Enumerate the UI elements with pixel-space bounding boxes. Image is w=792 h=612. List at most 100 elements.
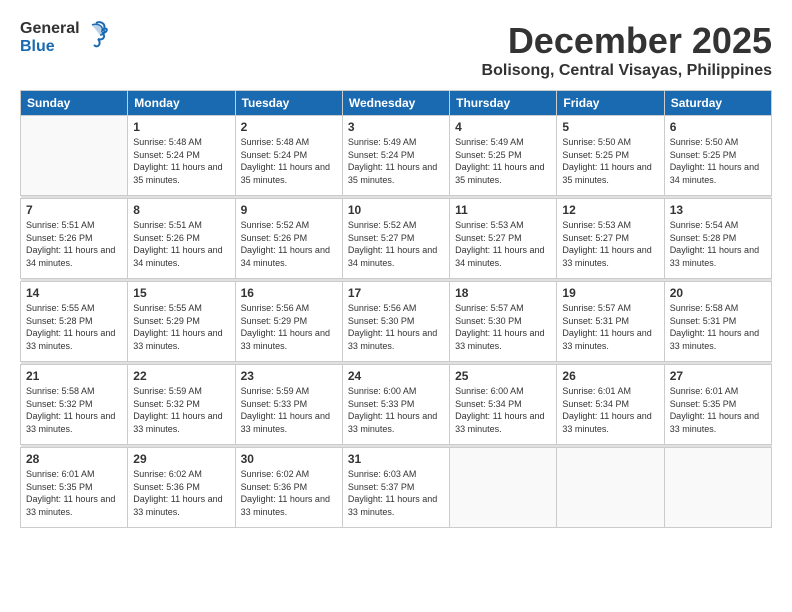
day-number: 7 xyxy=(26,203,122,217)
table-row: 12 Sunrise: 5:53 AMSunset: 5:27 PMDayligh… xyxy=(557,199,664,279)
table-row: 25 Sunrise: 6:00 AMSunset: 5:34 PMDayligh… xyxy=(450,365,557,445)
table-row xyxy=(557,448,664,528)
day-number: 6 xyxy=(670,120,766,134)
header-thursday: Thursday xyxy=(450,91,557,116)
table-row: 14 Sunrise: 5:55 AMSunset: 5:28 PMDayligh… xyxy=(21,282,128,362)
day-number: 14 xyxy=(26,286,122,300)
calendar-table: Sunday Monday Tuesday Wednesday Thursday… xyxy=(20,90,772,528)
day-info: Sunrise: 5:55 AMSunset: 5:29 PMDaylight:… xyxy=(133,302,229,352)
day-info: Sunrise: 5:50 AMSunset: 5:25 PMDaylight:… xyxy=(670,136,766,186)
day-number: 28 xyxy=(26,452,122,466)
header-friday: Friday xyxy=(557,91,664,116)
day-info: Sunrise: 5:49 AMSunset: 5:25 PMDaylight:… xyxy=(455,136,551,186)
day-number: 30 xyxy=(241,452,337,466)
day-info: Sunrise: 6:03 AMSunset: 5:37 PMDaylight:… xyxy=(348,468,444,518)
table-row: 5 Sunrise: 5:50 AMSunset: 5:25 PMDaylight… xyxy=(557,116,664,196)
table-row: 11Sunrise: 5:53 AMSunset: 5:27 PMDayligh… xyxy=(450,199,557,279)
table-row: 6 Sunrise: 5:50 AMSunset: 5:25 PMDaylight… xyxy=(664,116,771,196)
day-number: 10 xyxy=(348,203,444,217)
day-info: Sunrise: 6:02 AMSunset: 5:36 PMDaylight:… xyxy=(241,468,337,518)
day-info: Sunrise: 5:54 AMSunset: 5:28 PMDaylight:… xyxy=(670,219,766,269)
day-number: 2 xyxy=(241,120,337,134)
day-info: Sunrise: 5:58 AMSunset: 5:31 PMDaylight:… xyxy=(670,302,766,352)
day-number: 24 xyxy=(348,369,444,383)
day-info: Sunrise: 5:57 AMSunset: 5:30 PMDaylight:… xyxy=(455,302,551,352)
table-row: 7 Sunrise: 5:51 AMSunset: 5:26 PMDaylight… xyxy=(21,199,128,279)
header-saturday: Saturday xyxy=(664,91,771,116)
week-row-5: 28 Sunrise: 6:01 AMSunset: 5:35 PMDayligh… xyxy=(21,448,772,528)
month-year-title: December 2025 xyxy=(482,20,772,62)
day-info: Sunrise: 6:02 AMSunset: 5:36 PMDaylight:… xyxy=(133,468,229,518)
table-row: 21Sunrise: 5:58 AMSunset: 5:32 PMDayligh… xyxy=(21,365,128,445)
table-row: 4 Sunrise: 5:49 AMSunset: 5:25 PMDaylight… xyxy=(450,116,557,196)
day-number: 29 xyxy=(133,452,229,466)
page-header: General Blue December 2025 Bolisong, Cen… xyxy=(20,20,772,80)
day-info: Sunrise: 5:51 AMSunset: 5:26 PMDaylight:… xyxy=(26,219,122,269)
day-info: Sunrise: 5:52 AMSunset: 5:27 PMDaylight:… xyxy=(348,219,444,269)
title-section: December 2025 Bolisong, Central Visayas,… xyxy=(482,20,772,80)
day-info: Sunrise: 5:53 AMSunset: 5:27 PMDaylight:… xyxy=(562,219,658,269)
day-number: 23 xyxy=(241,369,337,383)
table-row: 9Sunrise: 5:52 AMSunset: 5:26 PMDaylight… xyxy=(235,199,342,279)
table-row: 29 Sunrise: 6:02 AMSunset: 5:36 PMDayligh… xyxy=(128,448,235,528)
day-number: 1 xyxy=(133,120,229,134)
table-row: 3 Sunrise: 5:49 AMSunset: 5:24 PMDaylight… xyxy=(342,116,449,196)
table-row: 22 Sunrise: 5:59 AMSunset: 5:32 PMDayligh… xyxy=(128,365,235,445)
day-info: Sunrise: 6:01 AMSunset: 5:35 PMDaylight:… xyxy=(670,385,766,435)
day-info: Sunrise: 6:00 AMSunset: 5:34 PMDaylight:… xyxy=(455,385,551,435)
day-number: 16 xyxy=(241,286,337,300)
day-number: 9 xyxy=(241,203,337,217)
table-row: 17Sunrise: 5:56 AMSunset: 5:30 PMDayligh… xyxy=(342,282,449,362)
table-row: 18 Sunrise: 5:57 AMSunset: 5:30 PMDayligh… xyxy=(450,282,557,362)
day-number: 19 xyxy=(562,286,658,300)
day-number: 15 xyxy=(133,286,229,300)
day-number: 27 xyxy=(670,369,766,383)
day-number: 25 xyxy=(455,369,551,383)
day-info: Sunrise: 5:59 AMSunset: 5:32 PMDaylight:… xyxy=(133,385,229,435)
day-info: Sunrise: 6:01 AMSunset: 5:34 PMDaylight:… xyxy=(562,385,658,435)
logo: General Blue xyxy=(20,20,108,55)
day-number: 26 xyxy=(562,369,658,383)
table-row: 10 Sunrise: 5:52 AMSunset: 5:27 PMDayligh… xyxy=(342,199,449,279)
calendar-header-row: Sunday Monday Tuesday Wednesday Thursday… xyxy=(21,91,772,116)
table-row: 30 Sunrise: 6:02 AMSunset: 5:36 PMDayligh… xyxy=(235,448,342,528)
week-row-1: 1 Sunrise: 5:48 AMSunset: 5:24 PMDaylight… xyxy=(21,116,772,196)
table-row: 15 Sunrise: 5:55 AMSunset: 5:29 PMDayligh… xyxy=(128,282,235,362)
day-number: 17 xyxy=(348,286,444,300)
table-row: 24 Sunrise: 6:00 AMSunset: 5:33 PMDayligh… xyxy=(342,365,449,445)
day-info: Sunrise: 6:01 AMSunset: 5:35 PMDaylight:… xyxy=(26,468,122,518)
day-info: Sunrise: 5:53 AMSunset: 5:27 PMDaylight:… xyxy=(455,219,551,269)
day-info: Sunrise: 6:00 AMSunset: 5:33 PMDaylight:… xyxy=(348,385,444,435)
day-number: 4 xyxy=(455,120,551,134)
day-info: Sunrise: 5:49 AMSunset: 5:24 PMDaylight:… xyxy=(348,136,444,186)
day-number: 12 xyxy=(562,203,658,217)
day-info: Sunrise: 5:56 AMSunset: 5:29 PMDaylight:… xyxy=(241,302,337,352)
day-number: 20 xyxy=(670,286,766,300)
day-info: Sunrise: 5:48 AMSunset: 5:24 PMDaylight:… xyxy=(133,136,229,186)
header-tuesday: Tuesday xyxy=(235,91,342,116)
table-row: 16 Sunrise: 5:56 AMSunset: 5:29 PMDayligh… xyxy=(235,282,342,362)
day-number: 3 xyxy=(348,120,444,134)
table-row: 23 Sunrise: 5:59 AMSunset: 5:33 PMDayligh… xyxy=(235,365,342,445)
table-row: 28 Sunrise: 6:01 AMSunset: 5:35 PMDayligh… xyxy=(21,448,128,528)
header-monday: Monday xyxy=(128,91,235,116)
day-number: 22 xyxy=(133,369,229,383)
header-sunday: Sunday xyxy=(21,91,128,116)
day-info: Sunrise: 5:48 AMSunset: 5:24 PMDaylight:… xyxy=(241,136,337,186)
day-info: Sunrise: 5:57 AMSunset: 5:31 PMDaylight:… xyxy=(562,302,658,352)
day-number: 18 xyxy=(455,286,551,300)
location-subtitle: Bolisong, Central Visayas, Philippines xyxy=(482,62,772,80)
table-row: 2 Sunrise: 5:48 AMSunset: 5:24 PMDaylight… xyxy=(235,116,342,196)
table-row: 1 Sunrise: 5:48 AMSunset: 5:24 PMDaylight… xyxy=(128,116,235,196)
table-row: 19 Sunrise: 5:57 AMSunset: 5:31 PMDayligh… xyxy=(557,282,664,362)
day-number: 5 xyxy=(562,120,658,134)
table-row: 27 Sunrise: 6:01 AMSunset: 5:35 PMDayligh… xyxy=(664,365,771,445)
calendar-page: General Blue December 2025 Bolisong, Cen… xyxy=(0,0,792,612)
day-number: 8 xyxy=(133,203,229,217)
day-info: Sunrise: 5:55 AMSunset: 5:28 PMDaylight:… xyxy=(26,302,122,352)
week-row-3: 14 Sunrise: 5:55 AMSunset: 5:28 PMDayligh… xyxy=(21,282,772,362)
day-info: Sunrise: 5:59 AMSunset: 5:33 PMDaylight:… xyxy=(241,385,337,435)
day-info: Sunrise: 5:50 AMSunset: 5:25 PMDaylight:… xyxy=(562,136,658,186)
table-row: 20 Sunrise: 5:58 AMSunset: 5:31 PMDayligh… xyxy=(664,282,771,362)
day-number: 31 xyxy=(348,452,444,466)
